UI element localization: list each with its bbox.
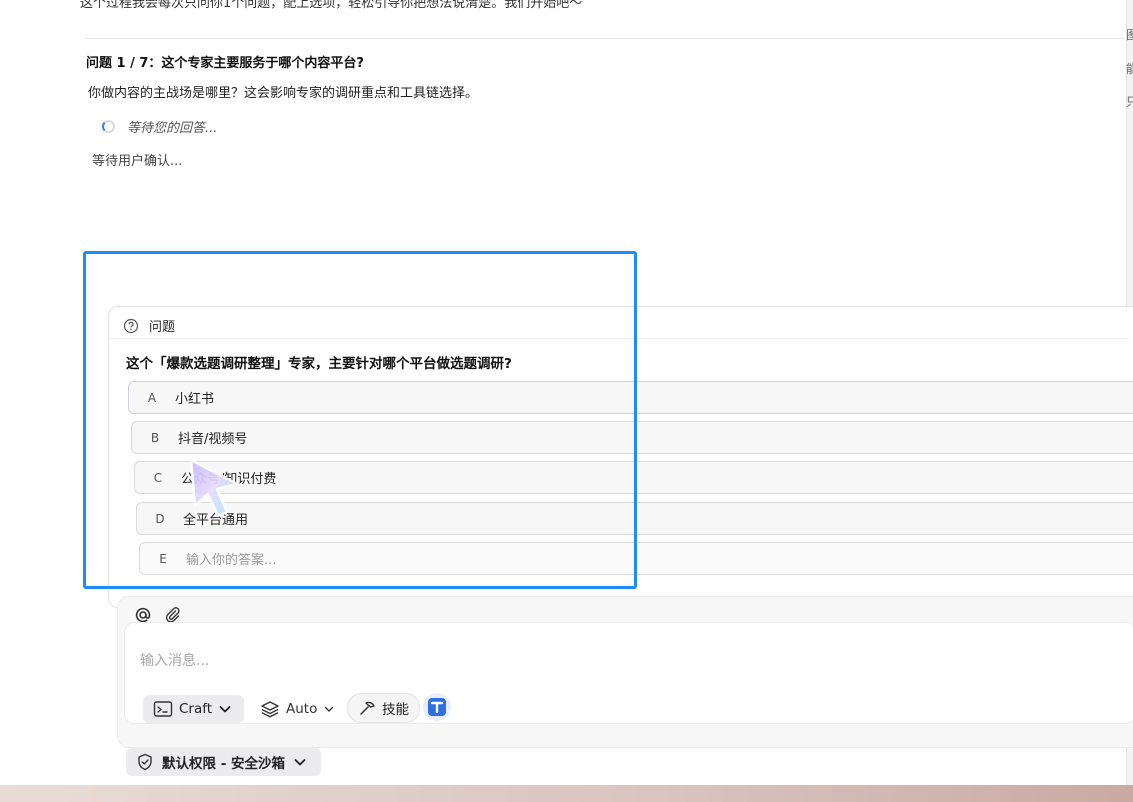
terminal-window-icon bbox=[153, 701, 173, 717]
skills-label: 技能 bbox=[382, 702, 409, 718]
divider bbox=[85, 38, 1125, 39]
waiting-text: 等待您的回答... bbox=[127, 121, 218, 136]
background-desktop bbox=[0, 785, 1133, 802]
divider bbox=[109, 338, 1129, 339]
option-key: B bbox=[150, 430, 160, 445]
attachment-icon[interactable] bbox=[163, 605, 181, 623]
option-key: E bbox=[159, 551, 167, 566]
custom-answer-placeholder: 输入你的答案... bbox=[186, 553, 277, 568]
option-b[interactable]: B 抖音/视频号 bbox=[131, 421, 1133, 454]
permission-select-button[interactable]: 默认权限 - 安全沙箱 bbox=[126, 748, 322, 776]
option-key: D bbox=[155, 511, 165, 526]
model-select-button[interactable]: Auto bbox=[260, 696, 335, 722]
layers-icon bbox=[261, 701, 279, 718]
confirm-status: 等待用户确认... bbox=[92, 154, 183, 169]
hammer-icon bbox=[360, 701, 375, 715]
option-key: C bbox=[153, 470, 163, 485]
clipped-text: 只 bbox=[1126, 95, 1133, 109]
mode-label: Craft bbox=[179, 701, 213, 717]
message-input-placeholder: 输入消息... bbox=[140, 653, 210, 669]
question-circle-icon bbox=[123, 318, 139, 333]
model-label: Auto bbox=[286, 701, 318, 717]
chevron-down-icon bbox=[219, 706, 231, 713]
question-title: 问题 1 / 7：这个专家主要服务于哪个内容平台? bbox=[86, 56, 364, 71]
chevron-down-icon bbox=[325, 706, 334, 712]
chevron-down-icon bbox=[294, 759, 306, 766]
question-description: 你做内容的主战场是哪里？这会影响专家的调研重点和工具链选择。 bbox=[88, 86, 479, 101]
permission-label: 默认权限 - 安全沙箱 bbox=[162, 756, 286, 772]
loading-spinner-icon bbox=[102, 120, 115, 133]
question-text: 这个「爆款选题调研整理」专家，主要针对哪个平台做选题调研? bbox=[126, 356, 512, 372]
option-d[interactable]: D 全平台通用 bbox=[136, 502, 1133, 535]
option-label: 抖音/视频号 bbox=[178, 432, 248, 447]
clipped-text: 图 bbox=[1126, 28, 1133, 42]
intro-message: 这个过程我会每次只问你1个问题，配上选项，轻松引导你把想法说清楚。我们开始吧～ bbox=[80, 0, 583, 11]
question-card-header: 问题 bbox=[123, 316, 175, 335]
tool-t-icon bbox=[428, 698, 446, 716]
option-e-custom-answer-input[interactable]: E 输入你的答案... bbox=[139, 542, 1133, 575]
question-card-label: 问题 bbox=[149, 320, 176, 335]
clipped-text: 能 bbox=[1126, 62, 1133, 76]
mode-select-button[interactable]: Craft bbox=[143, 695, 245, 723]
shield-check-icon bbox=[138, 753, 152, 771]
skills-button[interactable]: 技能 bbox=[347, 693, 420, 723]
option-key: A bbox=[147, 390, 157, 405]
tool-button[interactable] bbox=[423, 693, 451, 721]
option-label: 小红书 bbox=[175, 392, 215, 407]
pointer-cursor-icon bbox=[189, 458, 239, 518]
option-a[interactable]: A 小红书 bbox=[128, 381, 1133, 414]
waiting-status: 等待您的回答... bbox=[102, 117, 217, 136]
option-c[interactable]: C 公众号/知识付费 bbox=[134, 461, 1133, 494]
